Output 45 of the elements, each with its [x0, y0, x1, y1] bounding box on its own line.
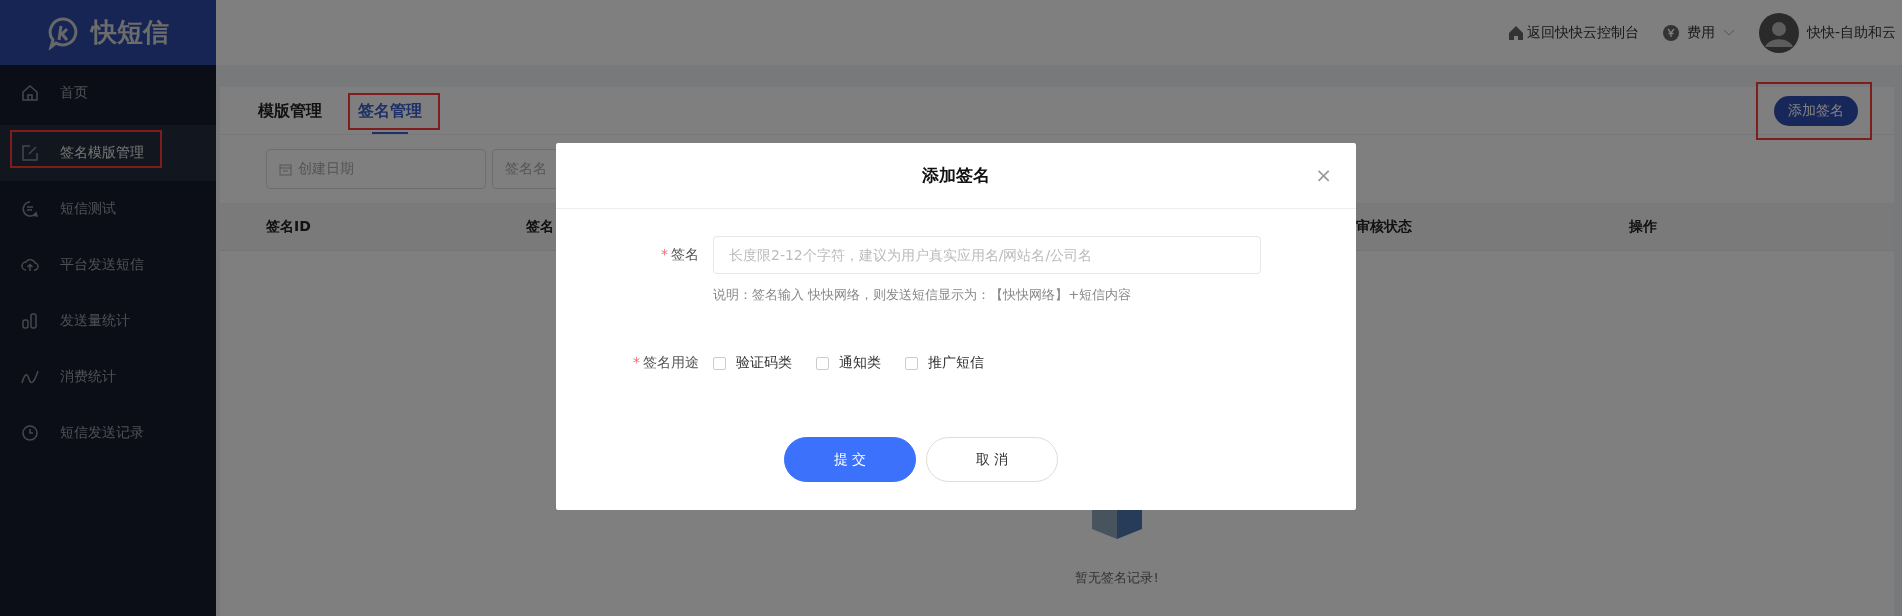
field-label: * 签名 — [660, 246, 700, 264]
yen-icon — [1662, 24, 1679, 41]
edit-icon — [20, 143, 40, 163]
purpose-option[interactable]: 通知类 — [816, 354, 881, 372]
tab[interactable]: 签名管理 — [356, 87, 424, 134]
home-icon — [1507, 24, 1524, 41]
empty-message: 暂无签名记录! — [1075, 569, 1159, 587]
sidebar-item[interactable]: 平台发送短信 — [0, 237, 216, 293]
chevron-down-icon — [1722, 28, 1735, 37]
chat-icon — [20, 199, 40, 219]
sidebar-item[interactable]: 消费统计 — [0, 349, 216, 405]
purpose-option[interactable]: 推广短信 — [905, 354, 984, 372]
tab[interactable]: 模版管理 — [256, 87, 324, 134]
logo-text: 快短信 — [91, 16, 169, 49]
billing-label: 费用 — [1686, 23, 1715, 42]
clock-icon — [20, 423, 40, 443]
cancel-button[interactable]: 取 消 — [926, 437, 1058, 482]
close-button[interactable]: × — [1311, 163, 1336, 187]
signature-input[interactable]: 长度限2-12个字符，建议为用户真实应用名/网站名/公司名 — [713, 236, 1261, 274]
checkbox[interactable] — [713, 356, 726, 370]
sidebar-item[interactable]: 短信测试 — [0, 181, 216, 237]
billing-menu[interactable]: 费用 — [1662, 23, 1735, 42]
sidebar-item[interactable]: 签名模版管理 — [0, 125, 216, 181]
checkbox[interactable] — [905, 356, 918, 370]
empty-box-icon — [1092, 509, 1142, 539]
column-header: 审核状态 — [1356, 217, 1413, 236]
bar-chart-icon — [20, 311, 40, 331]
checkbox[interactable] — [816, 356, 829, 370]
dialog-title: 添加签名 — [922, 164, 990, 187]
sidebar-item[interactable]: 首页 — [0, 65, 216, 121]
sidebar-item[interactable]: 短信发送记录 — [0, 405, 216, 461]
field-label: * 签名用途 — [632, 354, 700, 372]
user-name[interactable]: 快快-自助和云 — [1806, 23, 1896, 42]
submit-button[interactable]: 提 交 — [784, 437, 916, 482]
sidebar-item[interactable]: 发送量统计 — [0, 293, 216, 349]
column-header: 操作 — [1629, 217, 1658, 236]
console-link[interactable]: 返回快快云控制台 — [1507, 23, 1639, 42]
purpose-option[interactable]: 验证码类 — [713, 354, 792, 372]
column-header: 签名 — [526, 217, 555, 236]
home-icon — [20, 83, 40, 103]
calendar-icon — [279, 162, 292, 176]
add-signature-button[interactable]: 添加签名 — [1774, 95, 1858, 126]
hint-text: 说明：签名输入 快快网络，则发送短信显示为：【快快网络】+短信内容 — [713, 286, 1133, 304]
column-header: 签名ID — [266, 217, 312, 236]
avatar-icon[interactable] — [1758, 12, 1799, 53]
